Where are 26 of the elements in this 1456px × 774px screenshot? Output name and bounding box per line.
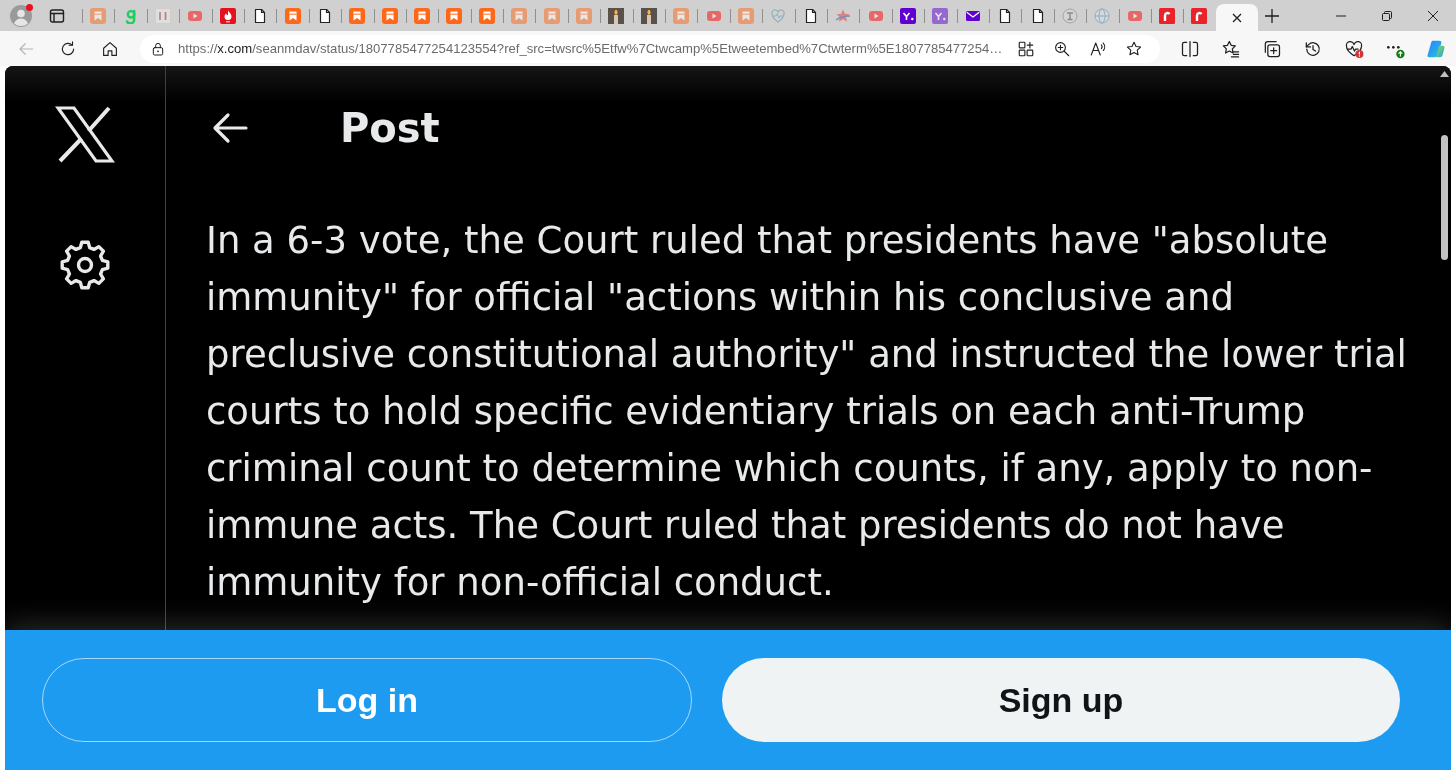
scroll-up-arrow-icon[interactable] [1439,71,1449,77]
signup-button[interactable]: Sign up [722,658,1400,742]
back-arrow-icon [212,112,248,144]
lock-icon[interactable] [150,40,166,57]
close-icon [1231,12,1242,23]
favorite-star-icon[interactable] [1125,39,1143,58]
post-text: In a 6-3 vote, the Court ruled that presidents have "absolute immunity" for official "actions within his conclusive and preclusive constitutional authority" and instructed the lower trial courts to hold specific evidentiary trials on each anti-Trump criminal count to determine which counts, if any, apply to non-immune acts. The Court ruled that presidents do not have immunity for non-official conduct. [206,218,1408,606]
avatar-icon[interactable] [10,4,32,27]
scrollbar-thumb[interactable] [1440,135,1448,260]
settings-icon[interactable] [59,239,111,291]
refresh-icon [59,39,77,58]
restore-icon [1382,10,1392,21]
app-add-icon[interactable] [1017,39,1035,58]
read-aloud-icon[interactable] [1089,39,1107,58]
health-icon[interactable] [1343,38,1364,59]
page-title: Post [340,108,440,148]
logo-icon[interactable] [55,106,115,163]
split-screen-icon[interactable] [1179,38,1200,59]
back-button[interactable] [212,110,248,146]
home-icon [101,39,119,58]
plus-icon [1264,8,1279,23]
close-icon [1428,10,1438,21]
tab-actions-icon[interactable] [49,7,65,24]
zoom-in-icon[interactable] [1053,39,1071,58]
copilot-icon[interactable] [1425,38,1446,59]
favorites-icon[interactable] [1220,38,1241,59]
